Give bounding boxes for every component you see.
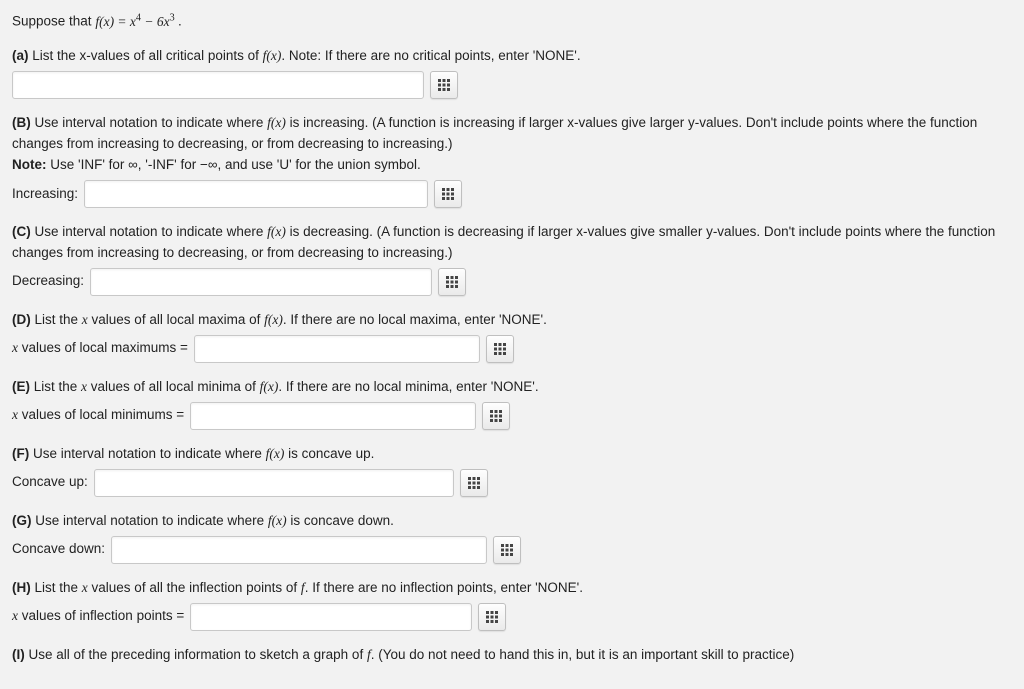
keypad-icon[interactable] [430, 71, 458, 99]
part-b-label: Increasing: [12, 184, 78, 205]
part-e-input[interactable] [190, 402, 476, 430]
part-d-input[interactable] [194, 335, 480, 363]
part-b-note: Note: Use 'INF' for ∞, '-INF' for −∞, an… [12, 155, 1012, 176]
part-d-label: x values of local maximums = [12, 338, 188, 359]
keypad-icon[interactable] [438, 268, 466, 296]
part-c-prompt: (C) Use interval notation to indicate wh… [12, 222, 1012, 264]
part-c: (C) Use interval notation to indicate wh… [12, 222, 1012, 296]
part-e-label: x values of local minimums = [12, 405, 184, 426]
problem-intro: Suppose that f(x) = x4 − 6x3 . [12, 10, 1012, 32]
part-f-prompt: (F) Use interval notation to indicate wh… [12, 444, 1012, 465]
keypad-icon[interactable] [434, 180, 462, 208]
part-h-input[interactable] [190, 603, 472, 631]
part-f-input[interactable] [94, 469, 454, 497]
part-b-prompt: (B) Use interval notation to indicate wh… [12, 113, 1012, 155]
part-e: (E) List the x values of all local minim… [12, 377, 1012, 430]
part-d-prompt: (D) List the x values of all local maxim… [12, 310, 1012, 331]
part-b: (B) Use interval notation to indicate wh… [12, 113, 1012, 208]
part-f-label: Concave up: [12, 472, 88, 493]
part-h-label: x values of inflection points = [12, 606, 184, 627]
part-g-label: Concave down: [12, 539, 105, 560]
part-b-input[interactable] [84, 180, 428, 208]
keypad-icon[interactable] [478, 603, 506, 631]
part-g: (G) Use interval notation to indicate wh… [12, 511, 1012, 564]
part-g-input[interactable] [111, 536, 487, 564]
keypad-icon[interactable] [460, 469, 488, 497]
part-f: (F) Use interval notation to indicate wh… [12, 444, 1012, 497]
intro-text: Suppose that [12, 14, 95, 29]
part-g-prompt: (G) Use interval notation to indicate wh… [12, 511, 1012, 532]
part-e-prompt: (E) List the x values of all local minim… [12, 377, 1012, 398]
part-h-prompt: (H) List the x values of all the inflect… [12, 578, 1012, 599]
part-c-input[interactable] [90, 268, 432, 296]
intro-formula: f(x) = x4 − 6x3 [95, 14, 178, 29]
keypad-icon[interactable] [486, 335, 514, 363]
part-d: (D) List the x values of all local maxim… [12, 310, 1012, 363]
part-a-input[interactable] [12, 71, 424, 99]
keypad-icon[interactable] [482, 402, 510, 430]
part-c-label: Decreasing: [12, 271, 84, 292]
part-h: (H) List the x values of all the inflect… [12, 578, 1012, 631]
part-a-prompt: (a) List the x-values of all critical po… [12, 46, 1012, 67]
part-a: (a) List the x-values of all critical po… [12, 46, 1012, 99]
keypad-icon[interactable] [493, 536, 521, 564]
part-i: (I) Use all of the preceding information… [12, 645, 1012, 666]
